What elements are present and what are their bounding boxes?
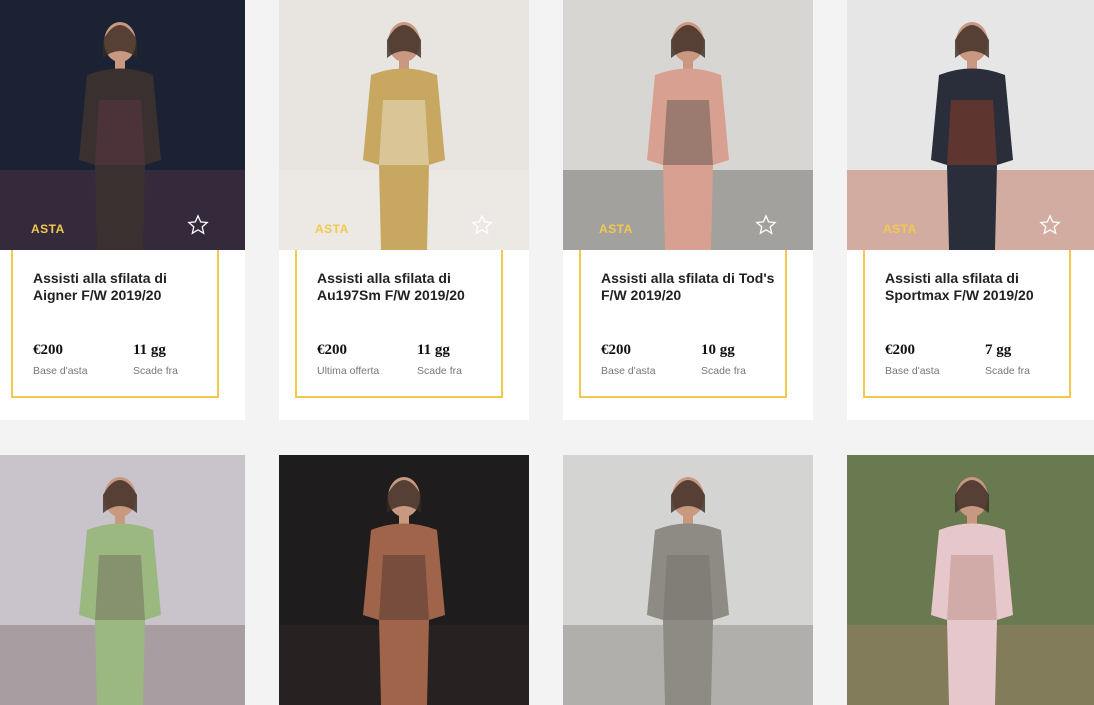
auction-badge: ASTA (883, 222, 917, 236)
days-label: Scade fra (133, 365, 178, 377)
listing-info: Assisti alla sfilata di Au197Sm F/W 2019… (295, 250, 503, 398)
auction-badge: ASTA (315, 222, 349, 236)
runway-photo[interactable] (279, 0, 529, 250)
listing-title[interactable]: Assisti alla sfilata di Sportmax F/W 201… (885, 270, 1065, 304)
photo-illustration (0, 455, 245, 705)
runway-photo[interactable] (847, 455, 1094, 705)
photo-illustration (563, 455, 813, 705)
price-value: €200 (601, 342, 631, 358)
photo-illustration (563, 0, 813, 250)
days-label: Scade fra (417, 365, 462, 377)
star-icon[interactable] (471, 214, 493, 236)
days-remaining: 11 gg (417, 342, 450, 358)
listing-card[interactable] (563, 455, 813, 705)
runway-photo[interactable] (0, 455, 245, 705)
listing-card[interactable] (279, 455, 529, 705)
runway-photo[interactable] (563, 455, 813, 705)
listing-card[interactable]: ASTA Assisti alla sfilata di Sportmax F/… (847, 0, 1094, 420)
photo-illustration (847, 455, 1094, 705)
auction-badge: ASTA (599, 222, 633, 236)
listing-info: Assisti alla sfilata di Tod's F/W 2019/2… (579, 250, 787, 398)
days-label: Scade fra (701, 365, 746, 377)
price-label: Ultima offerta (317, 365, 380, 377)
auction-badge: ASTA (31, 222, 65, 236)
star-icon[interactable] (1039, 214, 1061, 236)
price-label: Base d'asta (885, 365, 940, 377)
price-value: €200 (885, 342, 915, 358)
listing-card[interactable]: ASTA Assisti alla sfilata di Aigner F/W … (0, 0, 245, 420)
price-label: Base d'asta (33, 365, 88, 377)
photo-illustration (279, 455, 529, 705)
days-remaining: 11 gg (133, 342, 166, 358)
listing-info: Assisti alla sfilata di Sportmax F/W 201… (863, 250, 1071, 398)
star-icon[interactable] (755, 214, 777, 236)
photo-illustration (279, 0, 529, 250)
price-label: Base d'asta (601, 365, 656, 377)
runway-photo[interactable] (847, 0, 1094, 250)
listing-title[interactable]: Assisti alla sfilata di Tod's F/W 2019/2… (601, 270, 781, 304)
price-value: €200 (33, 342, 63, 358)
listing-title[interactable]: Assisti alla sfilata di Au197Sm F/W 2019… (317, 270, 497, 304)
days-label: Scade fra (985, 365, 1030, 377)
runway-photo[interactable] (279, 455, 529, 705)
photo-illustration (0, 0, 245, 250)
star-icon[interactable] (187, 214, 209, 236)
runway-photo[interactable] (563, 0, 813, 250)
runway-photo[interactable] (0, 0, 245, 250)
days-remaining: 7 gg (985, 342, 1012, 358)
photo-illustration (847, 0, 1094, 250)
price-value: €200 (317, 342, 347, 358)
listing-info: Assisti alla sfilata di Aigner F/W 2019/… (11, 250, 219, 398)
listing-card[interactable]: ASTA Assisti alla sfilata di Tod's F/W 2… (563, 0, 813, 420)
listing-card[interactable] (847, 455, 1094, 705)
listing-card[interactable] (0, 455, 245, 705)
listing-title[interactable]: Assisti alla sfilata di Aigner F/W 2019/… (33, 270, 213, 304)
days-remaining: 10 gg (701, 342, 735, 358)
listing-card[interactable]: ASTA Assisti alla sfilata di Au197Sm F/W… (279, 0, 529, 420)
